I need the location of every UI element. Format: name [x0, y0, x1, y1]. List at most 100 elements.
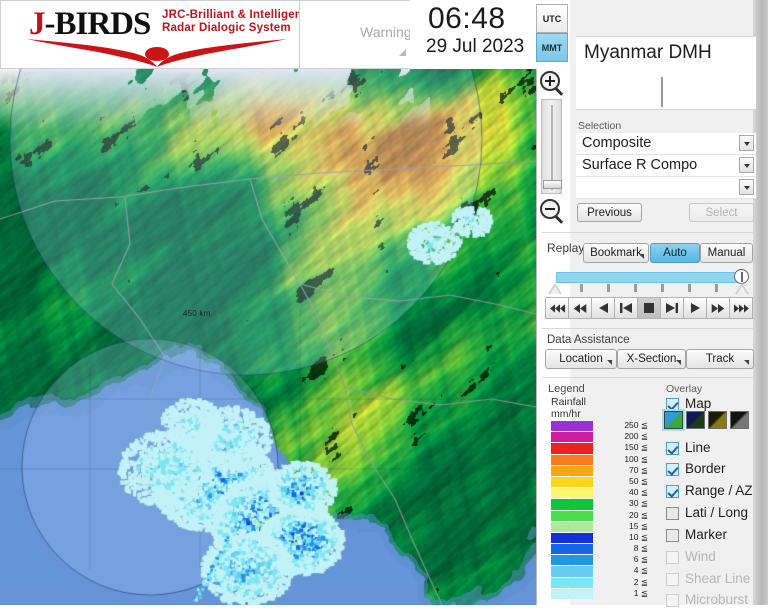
zoom-slider-track[interactable] [541, 99, 562, 194]
rewind-all-button[interactable] [545, 297, 569, 319]
zoom-in-button[interactable] [538, 69, 566, 96]
terrain-grey-swatch[interactable] [730, 411, 749, 429]
fast-forward-button[interactable] [707, 297, 730, 319]
overlay-shear-line-label: Shear Line [685, 571, 750, 586]
timezone-mmt-button[interactable]: MMT [536, 33, 568, 62]
replay-timeline-handle[interactable] [734, 269, 749, 284]
legend-value: 30 ≦ [600, 498, 648, 509]
terrain-olive-swatch[interactable] [708, 411, 727, 429]
legend-quantity-label: Rainfall [551, 397, 586, 409]
logo-panel: J-BIRDS JRC-Brilliant & Intelligent Rada… [0, 0, 300, 69]
track-button[interactable]: Track [686, 349, 754, 369]
location-button[interactable]: Location [545, 349, 617, 369]
rewind-button[interactable] [569, 297, 592, 319]
overlay-item-range-az[interactable]: Range / AZ [666, 482, 754, 503]
warning-box[interactable]: Warning [300, 0, 410, 69]
clock-time: 06:48 [428, 2, 506, 36]
overlay-marker-checkbox[interactable] [666, 529, 679, 542]
terrain-green-swatch[interactable] [664, 411, 683, 429]
caret-down-icon [607, 360, 612, 365]
back-icon [599, 303, 608, 313]
play-button[interactable] [684, 297, 707, 319]
chevron-down-icon[interactable] [739, 157, 754, 173]
overlay-item-marker[interactable]: Marker [666, 526, 754, 547]
overlay-lati-long-label: Lati / Long [685, 505, 748, 520]
overlay-item-lati-long[interactable]: Lati / Long [666, 504, 754, 525]
overlay-item-wind: Wind [666, 548, 754, 569]
legend-value: 2 ≦ [600, 577, 648, 588]
resize-corner-icon[interactable] [399, 49, 406, 56]
bird-graphic-icon [17, 37, 297, 67]
overlay-line-checkbox[interactable] [666, 442, 679, 455]
stop-button[interactable] [638, 297, 661, 319]
selection-dropdown-2[interactable]: Surface R Compo [576, 155, 756, 177]
step-back-button[interactable] [592, 297, 615, 319]
legend-unit-label: mm/hr [551, 409, 586, 421]
overlay-marker-label: Marker [685, 527, 727, 542]
play-icon [691, 303, 700, 313]
terrain-blue-swatch[interactable] [686, 411, 705, 429]
overlay-border-checkbox[interactable] [666, 463, 679, 476]
legend-value: 20 ≦ [600, 510, 648, 521]
legend-color-swatch [551, 544, 593, 554]
overlay-range-az-label: Range / AZ [685, 483, 753, 498]
next-frame-button[interactable] [661, 297, 684, 319]
zoom-out-button[interactable] [538, 197, 566, 224]
stop-icon [644, 303, 654, 313]
overlay-item-border[interactable]: Border [666, 460, 754, 481]
selection-section-label: Selection [578, 120, 621, 132]
legend-row: 1 ≦ [548, 589, 658, 600]
chevron-down-icon[interactable] [739, 179, 754, 195]
replay-timeline-track[interactable] [556, 272, 738, 283]
legend-value: 8 ≦ [600, 543, 648, 554]
legend-color-swatch [551, 522, 593, 532]
overlay-line-label: Line [685, 440, 711, 455]
legend-color-swatch [551, 589, 593, 599]
timezone-utc-button[interactable]: UTC [536, 4, 568, 33]
manual-mode-button[interactable]: Manual [700, 243, 753, 263]
bookmark-button[interactable]: Bookmark [583, 243, 649, 263]
timeline-end-marker [735, 283, 749, 294]
location-button-label: Location [559, 353, 602, 365]
legend-value: 6 ≦ [600, 554, 648, 565]
legend-section-label: Legend [548, 383, 585, 395]
zoom-slider-thumb[interactable] [543, 180, 562, 189]
caret-down-icon [639, 254, 644, 259]
overlay-shear-line-checkbox [666, 573, 679, 586]
radar-map-view[interactable]: 450 km [0, 69, 537, 605]
legend-color-swatch [551, 455, 593, 465]
zoom-in-icon [543, 74, 557, 88]
overlay-range-az-checkbox[interactable] [666, 485, 679, 498]
overlay-map-checkbox[interactable] [666, 398, 679, 411]
replay-timeline-slider[interactable] [548, 271, 753, 283]
overlay-item-microburst: Microburst [666, 591, 754, 612]
timezone-toggle-group: UTC MMT [536, 4, 568, 66]
bookmark-button-label: Bookmark [590, 247, 642, 259]
selection-dropdown-1[interactable]: Composite [576, 133, 756, 155]
chevron-down-icon[interactable] [739, 135, 754, 151]
overlay-item-line[interactable]: Line [666, 439, 754, 460]
radar-map-canvas[interactable] [0, 69, 536, 605]
previous-button[interactable]: Previous [577, 203, 642, 222]
logo-tagline-line1: JRC-Brilliant & Intelligent [162, 9, 300, 22]
overlay-wind-checkbox [666, 551, 679, 564]
previous-frame-button[interactable] [615, 297, 638, 319]
selection-dropdown-3[interactable] [576, 177, 756, 199]
legend-value: 4 ≦ [600, 565, 648, 576]
legend-value: 40 ≦ [600, 487, 648, 498]
forward-all-button[interactable] [730, 297, 753, 319]
clock-date: 29 Jul 2023 [426, 36, 524, 58]
terrain-color-swatches [664, 411, 756, 431]
range-ring-label: 450 km [183, 309, 210, 318]
overlay-wind-label: Wind [685, 549, 716, 564]
legend-value: 15 ≦ [600, 521, 648, 532]
legend-color-swatch [551, 566, 593, 576]
logo-tagline-line2: Radar Dialogic System [162, 22, 300, 35]
x-section-button[interactable]: X-Section [617, 349, 686, 369]
rewind-icon [573, 304, 587, 313]
data-assistance-label: Data Assistance [547, 334, 629, 346]
overlay-lati-long-checkbox[interactable] [666, 507, 679, 520]
select-button[interactable]: Select [689, 203, 754, 222]
legend-color-swatch [551, 533, 593, 543]
auto-mode-button[interactable]: Auto [650, 243, 700, 263]
